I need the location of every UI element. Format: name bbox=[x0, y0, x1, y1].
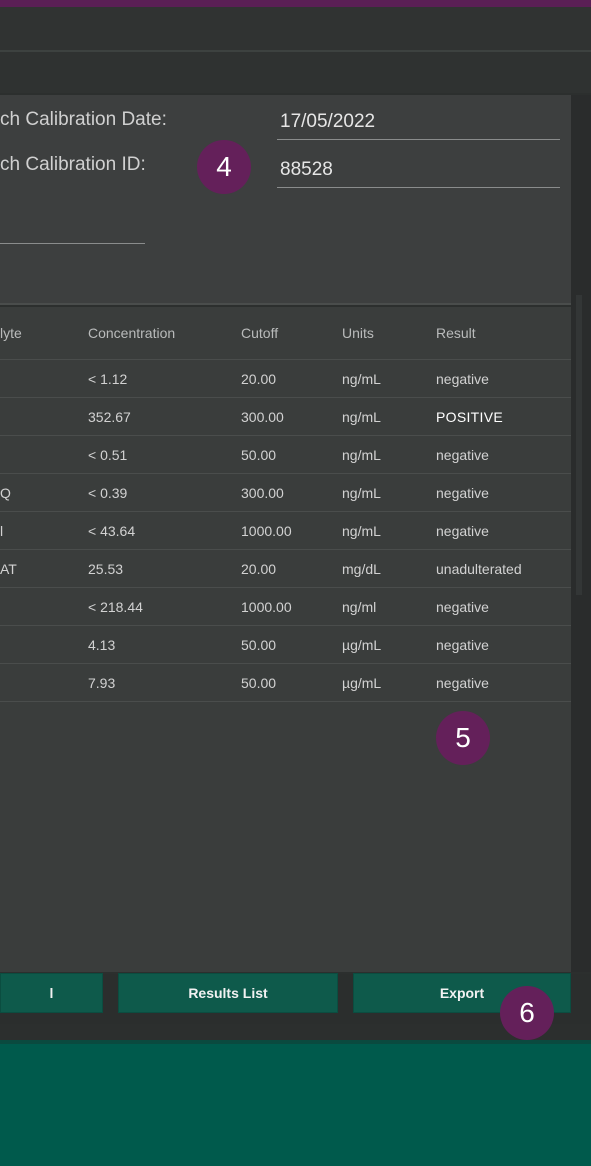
cell-cutoff: 300.00 bbox=[241, 473, 342, 512]
cell-units: ng/mL bbox=[342, 473, 436, 512]
cell-analyte bbox=[0, 663, 88, 702]
cell-analyte: Q bbox=[0, 473, 88, 512]
calibration-panel: ch Calibration Date: 17/05/2022 ch Calib… bbox=[0, 95, 571, 305]
header-analyte[interactable]: lyte bbox=[0, 307, 88, 360]
step-4-badge: 4 bbox=[197, 140, 251, 194]
table-row[interactable]: l < 43.64 1000.00 ng/mL negative bbox=[0, 511, 571, 550]
cell-concentration: 4.13 bbox=[88, 625, 241, 664]
table-row[interactable]: Q < 0.39 300.00 ng/mL negative bbox=[0, 473, 571, 512]
cell-cutoff: 50.00 bbox=[241, 625, 342, 664]
table-row[interactable]: < 1.12 20.00 ng/mL negative bbox=[0, 359, 571, 398]
cell-result: negative bbox=[436, 435, 571, 474]
cell-analyte bbox=[0, 587, 88, 626]
calibration-date-field[interactable]: 17/05/2022 bbox=[277, 111, 560, 140]
cell-units: ng/ml bbox=[342, 587, 436, 626]
vertical-scrollbar[interactable] bbox=[571, 95, 591, 972]
cell-units: µg/mL bbox=[342, 625, 436, 664]
cell-units: ng/mL bbox=[342, 397, 436, 436]
step-5-badge: 5 bbox=[436, 711, 490, 765]
cell-result: negative bbox=[436, 511, 571, 550]
table-row[interactable]: 352.67 300.00 ng/mL POSITIVE bbox=[0, 397, 571, 436]
top-accent-band bbox=[0, 0, 591, 7]
table-row[interactable]: AT 25.53 20.00 mg/dL unadulterated bbox=[0, 549, 571, 588]
table-row[interactable]: < 218.44 1000.00 ng/ml negative bbox=[0, 587, 571, 626]
cell-cutoff: 50.00 bbox=[241, 435, 342, 474]
cell-result: unadulterated bbox=[436, 549, 571, 588]
scrollbar-thumb[interactable] bbox=[576, 295, 582, 595]
header-strip bbox=[0, 52, 591, 93]
cell-units: µg/mL bbox=[342, 663, 436, 702]
export-button-label: Export bbox=[439, 985, 485, 1001]
calibration-id-label: ch Calibration ID: bbox=[0, 154, 146, 175]
cell-units: ng/mL bbox=[342, 435, 436, 474]
footer-bar bbox=[0, 1044, 591, 1166]
cell-analyte: AT bbox=[0, 549, 88, 588]
cell-result: negative bbox=[436, 473, 571, 512]
step-6-badge: 6 bbox=[500, 986, 554, 1040]
header-cutoff[interactable]: Cutoff bbox=[241, 307, 342, 360]
cell-cutoff: 20.00 bbox=[241, 359, 342, 398]
table-header-row: lyte Concentration Cutoff Units Result bbox=[0, 307, 571, 360]
results-panel: lyte Concentration Cutoff Units Result <… bbox=[0, 307, 571, 972]
cell-concentration: 352.67 bbox=[88, 397, 241, 436]
cell-concentration: < 43.64 bbox=[88, 511, 241, 550]
cell-analyte bbox=[0, 625, 88, 664]
cell-concentration: < 0.51 bbox=[88, 435, 241, 474]
cell-units: mg/dL bbox=[342, 549, 436, 588]
left-action-button[interactable]: l bbox=[0, 973, 103, 1013]
table-row[interactable]: 4.13 50.00 µg/mL negative bbox=[0, 625, 571, 664]
cell-result: negative bbox=[436, 663, 571, 702]
cell-analyte bbox=[0, 397, 88, 436]
header-concentration[interactable]: Concentration bbox=[88, 307, 241, 360]
cell-cutoff: 1000.00 bbox=[241, 587, 342, 626]
blank-field[interactable] bbox=[0, 243, 145, 244]
cell-cutoff: 50.00 bbox=[241, 663, 342, 702]
cell-cutoff: 300.00 bbox=[241, 397, 342, 436]
calibration-id-field[interactable]: 88528 bbox=[277, 159, 560, 188]
table-row[interactable]: 7.93 50.00 µg/mL negative bbox=[0, 663, 571, 702]
header-units[interactable]: Units bbox=[342, 307, 436, 360]
cell-result: negative bbox=[436, 625, 571, 664]
cell-units: ng/mL bbox=[342, 359, 436, 398]
header-result[interactable]: Result bbox=[436, 307, 571, 360]
cell-concentration: 25.53 bbox=[88, 549, 241, 588]
title-bar bbox=[0, 7, 591, 50]
results-list-button[interactable]: Results List bbox=[118, 973, 338, 1013]
cell-cutoff: 20.00 bbox=[241, 549, 342, 588]
cell-result: negative bbox=[436, 359, 571, 398]
cell-units: ng/mL bbox=[342, 511, 436, 550]
cell-concentration: < 218.44 bbox=[88, 587, 241, 626]
cell-result: POSITIVE bbox=[436, 397, 571, 436]
table-row[interactable]: < 0.51 50.00 ng/mL negative bbox=[0, 435, 571, 474]
cell-result: negative bbox=[436, 587, 571, 626]
cell-analyte bbox=[0, 435, 88, 474]
results-table: lyte Concentration Cutoff Units Result <… bbox=[0, 307, 571, 702]
calibration-date-label: ch Calibration Date: bbox=[0, 109, 167, 130]
cell-analyte: l bbox=[0, 511, 88, 550]
cell-concentration: < 1.12 bbox=[88, 359, 241, 398]
cell-concentration: < 0.39 bbox=[88, 473, 241, 512]
cell-analyte bbox=[0, 359, 88, 398]
cell-cutoff: 1000.00 bbox=[241, 511, 342, 550]
cell-concentration: 7.93 bbox=[88, 663, 241, 702]
